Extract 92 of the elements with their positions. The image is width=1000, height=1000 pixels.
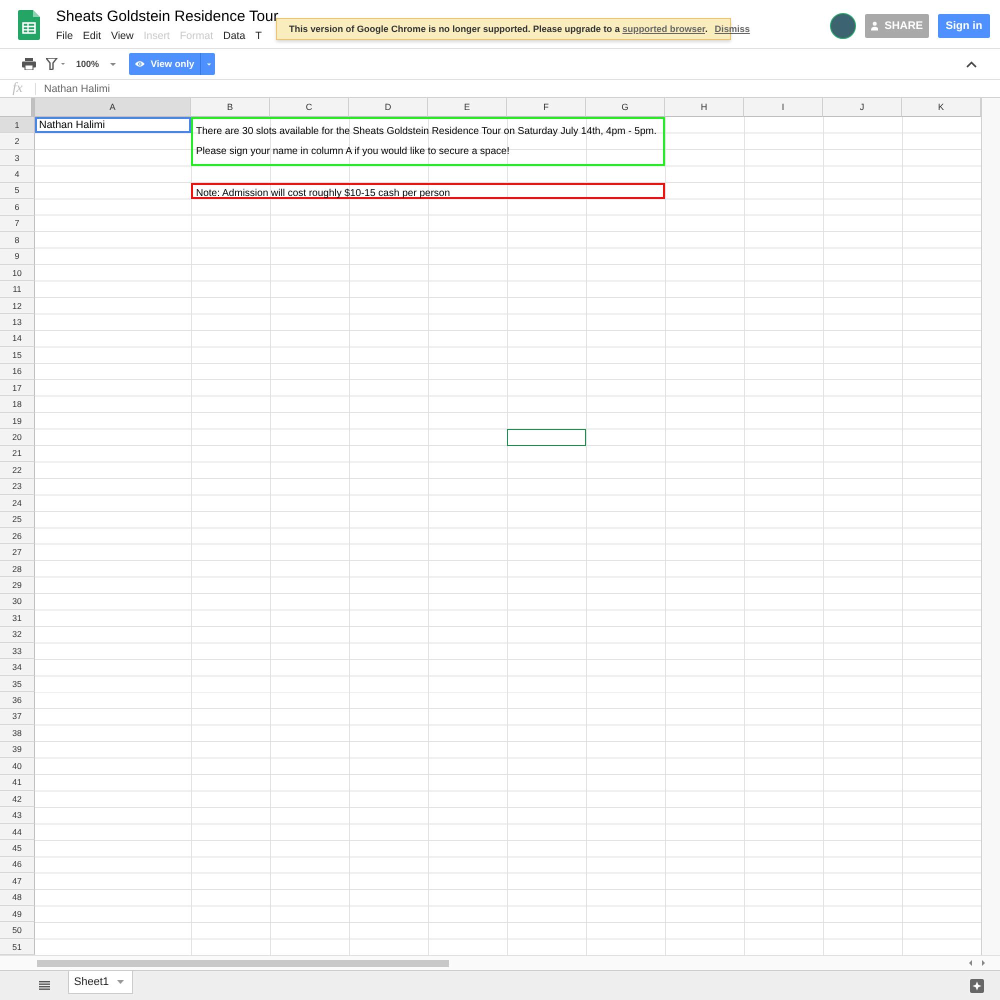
row-header[interactable]: 17 [0,380,35,396]
formula-field[interactable]: Nathan Halimi [44,82,110,94]
person-icon [871,20,878,32]
menu-item[interactable]: View [111,29,134,43]
menu-item[interactable]: Edit [82,29,102,43]
row-header[interactable]: 10 [0,264,35,282]
row-header[interactable]: 51 [0,938,35,956]
column-header[interactable]: D [349,98,428,117]
row-header[interactable]: 15 [0,347,35,364]
row-header[interactable]: 40 [0,758,35,774]
banner-message: This version of Google Chrome is no longer supported. Please upgrade to a supported browser. [289,24,708,34]
row-header[interactable]: 27 [0,544,35,561]
row-header[interactable]: 7 [0,216,35,232]
menu-item[interactable]: T [255,29,262,43]
caret-icon[interactable] [116,980,124,984]
filter-icon[interactable] [46,58,66,70]
table-cell: Nathan Halimi [35,117,191,134]
row-header[interactable]: 23 [0,478,35,496]
row-header[interactable]: 18 [0,396,35,413]
column-header[interactable]: H [665,98,744,117]
print-icon[interactable] [22,58,36,70]
vertical-scrollbar-track[interactable] [981,98,1000,956]
column-header[interactable]: G [586,98,665,117]
row-header[interactable]: 36 [0,692,35,709]
row-header[interactable]: 6 [0,199,35,216]
row-header[interactable]: 29 [0,577,35,594]
row-header[interactable]: 14 [0,330,35,348]
eye-icon [135,59,145,69]
row-header[interactable]: 43 [0,807,35,824]
zoom-dropdown[interactable]: 100% [76,59,116,69]
row-header[interactable]: 16 [0,364,35,380]
column-header[interactable]: C [270,98,349,117]
collapse-chevron-icon[interactable] [966,60,977,68]
menu-item[interactable]: File [56,29,73,43]
row-header[interactable]: 26 [0,528,35,544]
column-header[interactable]: A [35,98,191,117]
menu-icon[interactable] [39,981,50,990]
row-header[interactable]: 30 [0,594,35,610]
column-header[interactable]: E [428,98,507,117]
column-header[interactable]: I [744,98,823,117]
formula-label: fx [11,80,24,96]
cell-text: There are 30 slots available for the Sheats Goldstein Residence Tour on Saturday July 14th, 4pm - 5pm. [196,124,658,138]
row-header[interactable]: 34 [0,659,35,676]
document-title: Sheats Goldstein Residence Tour [56,8,278,26]
row-header[interactable]: 32 [0,626,35,643]
row-header[interactable]: 11 [0,281,35,298]
column-header[interactable]: F [507,98,586,117]
row-header[interactable]: 46 [0,856,35,874]
row-header[interactable]: 12 [0,298,35,314]
explore-icon[interactable] [970,979,984,994]
column-header[interactable]: B [191,98,270,117]
caret-icon [110,62,116,66]
avatar[interactable] [830,13,856,39]
row-header[interactable]: 25 [0,512,35,528]
row-header[interactable]: 19 [0,412,35,430]
row-header[interactable]: 20 [0,429,35,446]
row-header[interactable]: 21 [0,446,35,462]
row-header[interactable]: 1 [0,117,35,134]
row-header[interactable]: 3 [0,150,35,166]
row-header[interactable]: 35 [0,676,35,692]
row-header[interactable]: 49 [0,906,35,922]
supported-browser-link[interactable]: supported browser [622,24,706,34]
scrollbar-thumb[interactable] [37,960,449,967]
menu-item[interactable]: Data [223,29,246,43]
row-header[interactable]: 8 [0,232,35,248]
caret-icon [206,62,212,66]
row-header[interactable]: 31 [0,610,35,627]
column-header[interactable]: K [902,98,981,117]
row-header[interactable]: 50 [0,922,35,939]
cell-text: Note: Admission will cost roughly $10-15 cash per person [196,186,452,200]
row-header[interactable]: 39 [0,742,35,758]
row-header[interactable]: 44 [0,824,35,840]
cell-text: Please sign your name in column A if you would like to secure a space! [196,145,511,158]
row-header[interactable]: 47 [0,873,35,890]
row-header[interactable]: 45 [0,840,35,857]
row-header[interactable]: 5 [0,182,35,200]
row-header[interactable]: 22 [0,462,35,479]
column-header[interactable]: J [823,98,902,117]
row-header[interactable]: 37 [0,708,35,726]
row-header[interactable]: 38 [0,725,35,742]
row-header[interactable]: 41 [0,774,35,791]
row-header[interactable]: 2 [0,133,35,150]
row-header[interactable]: 42 [0,790,35,808]
row-header[interactable]: 9 [0,248,35,265]
row-header[interactable]: 24 [0,495,35,512]
row-header[interactable]: 4 [0,166,35,183]
row-header[interactable]: 48 [0,890,35,906]
row-header[interactable]: 28 [0,560,35,578]
row-header[interactable]: 13 [0,314,35,331]
sheets-logo-icon[interactable] [18,10,40,40]
sheet-tab[interactable]: Sheet1 [68,971,133,994]
row-header[interactable]: 33 [0,643,35,660]
